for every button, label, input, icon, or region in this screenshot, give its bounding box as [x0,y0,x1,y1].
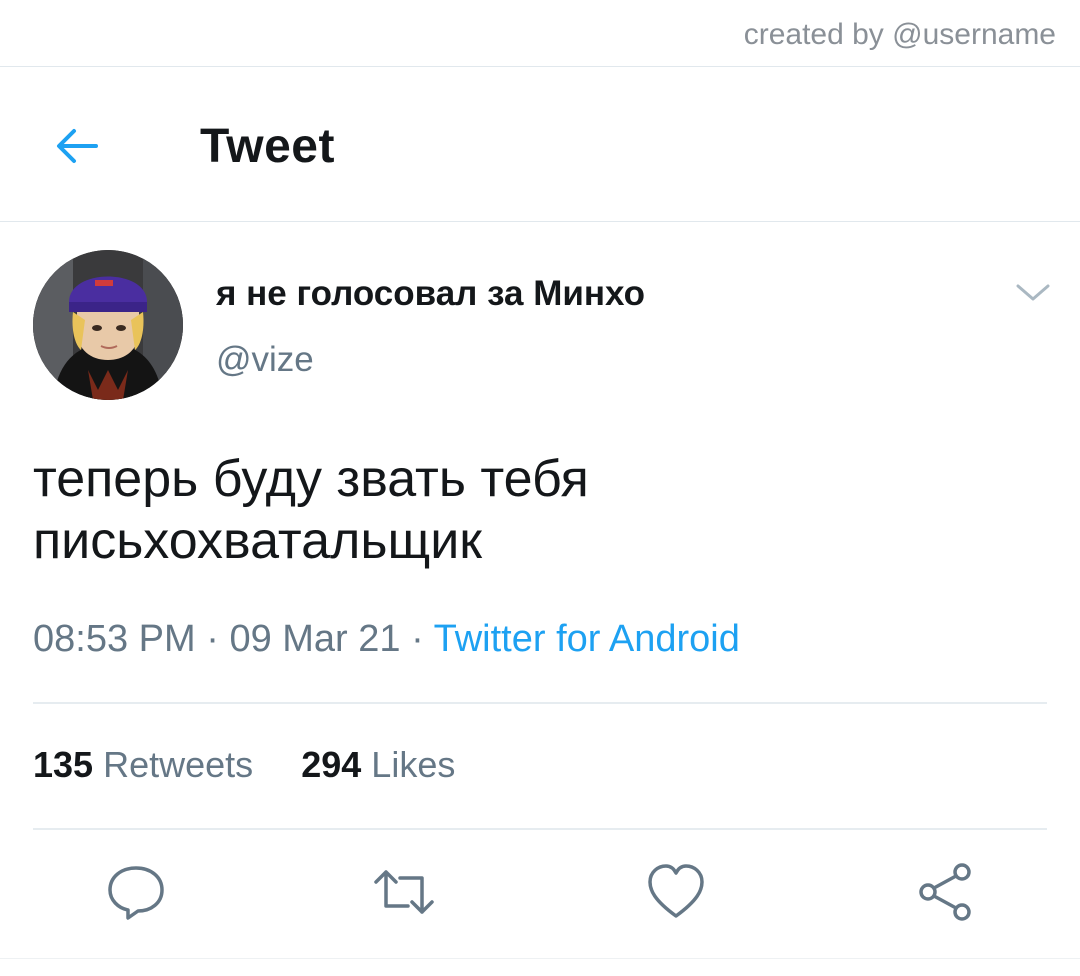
share-button[interactable] [914,860,978,924]
avatar-image [33,250,183,400]
likes-label: Likes [371,744,456,785]
reply-button[interactable] [104,860,168,924]
share-icon [919,863,971,921]
meta-separator: · [206,618,219,660]
retweets-label: Retweets [103,744,254,785]
header-bar: Tweet [0,67,1080,221]
likes-stat[interactable]: 294 Likes [301,744,455,786]
stats-divider-top [33,702,1047,704]
header-divider [0,221,1080,222]
stats-divider-bottom [33,828,1047,830]
tweet-time: 08:53 PM [33,618,196,660]
retweet-button[interactable] [372,860,436,924]
retweets-stat[interactable]: 135 Retweets [33,744,253,786]
like-button[interactable] [644,860,708,924]
chevron-down-icon[interactable] [1014,282,1052,304]
author-handle[interactable]: @vize [216,340,314,380]
page-title: Tweet [200,120,335,173]
tweet-text-line: письхохватальщик [33,512,483,570]
retweets-count: 135 [33,744,94,785]
like-icon [648,864,704,918]
meta-separator: · [411,618,424,660]
reply-icon [108,866,164,920]
bottom-divider [0,958,1080,959]
watermark: created by @username [743,18,1056,51]
tweet-stats: 135 Retweets 294 Likes [33,744,455,786]
tweet-source-link[interactable]: Twitter for Android [434,618,740,660]
author-display-name[interactable]: я не голосовал за Минхо [216,274,645,314]
tweet-text: теперь буду звать тебя письхохватальщик [33,448,1033,572]
avatar[interactable] [33,250,183,400]
retweet-icon [374,870,434,914]
tweet-meta: 08:53 PM · 09 Mar 21 · Twitter for Andro… [33,618,740,661]
tweet-text-line: теперь буду звать тебя [33,450,589,508]
likes-count: 294 [301,744,362,785]
tweet-date: 09 Mar 21 [229,618,401,660]
arrow-left-icon[interactable] [52,121,102,171]
